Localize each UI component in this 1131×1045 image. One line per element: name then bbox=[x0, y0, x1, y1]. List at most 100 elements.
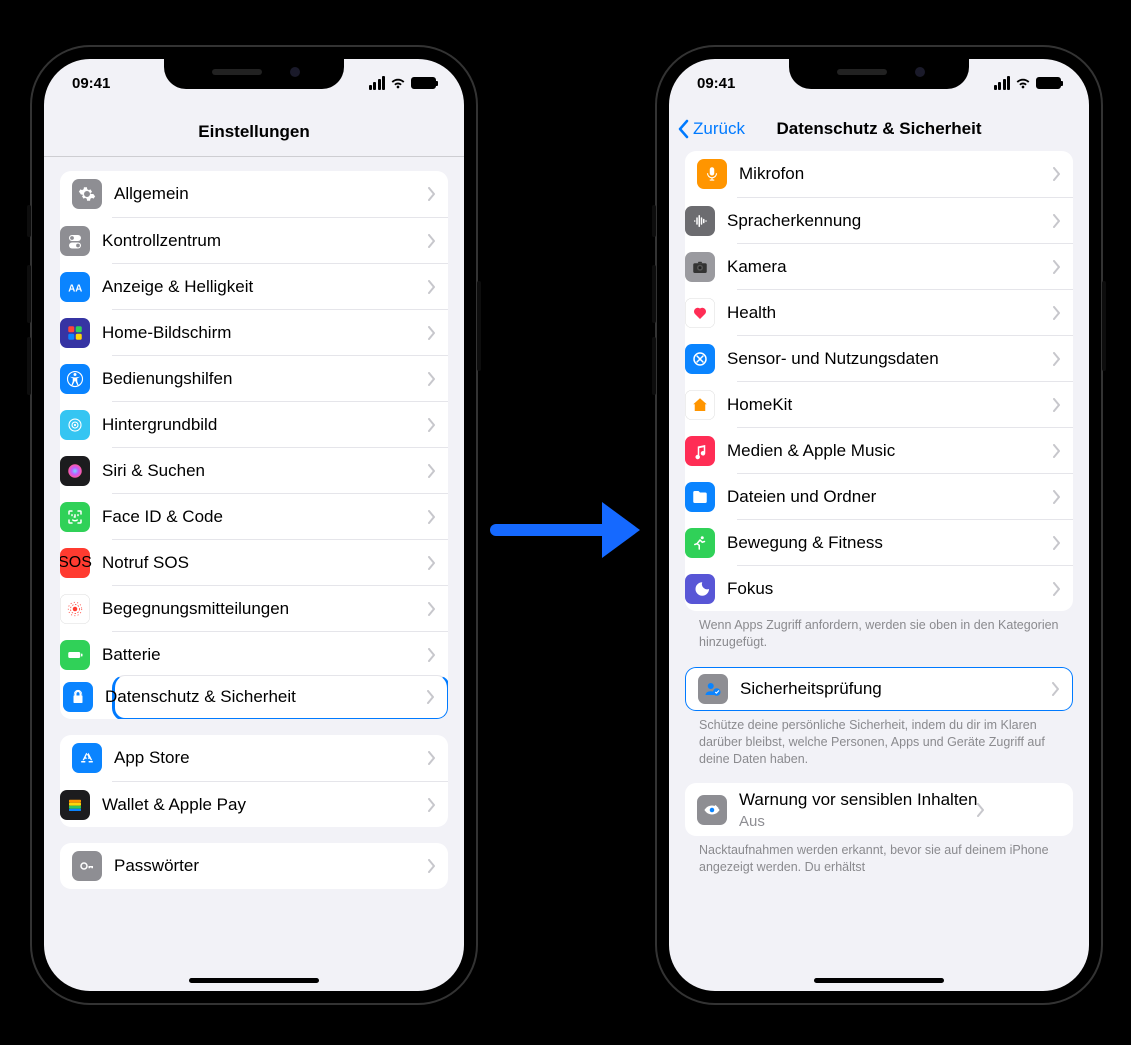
volume-up-button bbox=[652, 265, 656, 323]
volume-up-button bbox=[27, 265, 31, 323]
privacy-list[interactable]: Mikrofon SpracherkennungKameraHealthSenso… bbox=[669, 151, 1089, 991]
home-screen-icon bbox=[60, 318, 90, 348]
page-title: Datenschutz & Sicherheit bbox=[777, 119, 982, 139]
row-health[interactable]: Health bbox=[737, 289, 1073, 335]
chevron-right-icon bbox=[1053, 306, 1061, 320]
chevron-right-icon bbox=[428, 798, 436, 812]
phone-left: 09:41 Einstellungen AllgemeinKontrollzen… bbox=[30, 45, 478, 1005]
row-privacy[interactable]: Datenschutz & Sicherheit bbox=[112, 675, 448, 719]
row-label: App Store bbox=[114, 747, 428, 768]
row-camera[interactable]: Kamera bbox=[737, 243, 1073, 289]
chevron-right-icon bbox=[428, 859, 436, 873]
cellular-icon bbox=[369, 76, 386, 90]
chevron-right-icon bbox=[428, 751, 436, 765]
chevron-right-icon bbox=[428, 602, 436, 616]
arrow-shaft bbox=[490, 524, 602, 536]
row-label: Bewegung & Fitness bbox=[727, 532, 1053, 553]
row-sos[interactable]: SOSNotruf SOS bbox=[112, 539, 448, 585]
row-microphone[interactable]: Mikrofon bbox=[685, 151, 1073, 197]
row-speech[interactable]: Spracherkennung bbox=[737, 197, 1073, 243]
navigation-arrow bbox=[490, 500, 640, 560]
row-label: Siri & Suchen bbox=[102, 460, 428, 481]
row-label: Allgemein bbox=[114, 183, 428, 204]
battery-icon bbox=[60, 640, 90, 670]
row-appstore[interactable]: App Store bbox=[60, 735, 448, 781]
row-accessibility[interactable]: Bedienungshilfen bbox=[112, 355, 448, 401]
row-focus[interactable]: Fokus bbox=[737, 565, 1073, 611]
notch bbox=[789, 59, 969, 89]
privacy-group-1: Mikrofon SpracherkennungKameraHealthSenso… bbox=[685, 151, 1073, 611]
row-label: Bedienungshilfen bbox=[102, 368, 428, 389]
power-button bbox=[1102, 281, 1106, 371]
health-icon bbox=[685, 298, 715, 328]
row-faceid[interactable]: Face ID & Code bbox=[112, 493, 448, 539]
row-wallet[interactable]: Wallet & Apple Pay bbox=[112, 781, 448, 827]
chevron-right-icon bbox=[1053, 536, 1061, 550]
row-motion[interactable]: Bewegung & Fitness bbox=[737, 519, 1073, 565]
settings-group-1: AllgemeinKontrollzentrumAAAnzeige & Hell… bbox=[60, 171, 448, 719]
row-files[interactable]: Dateien und Ordner bbox=[737, 473, 1073, 519]
row-label: Wallet & Apple Pay bbox=[102, 794, 428, 815]
row-label: Warnung vor sensiblen Inhalten bbox=[739, 789, 977, 810]
row-passwords[interactable]: Passwörter bbox=[60, 843, 448, 889]
row-label: Begegnungsmitteilungen bbox=[102, 598, 428, 619]
chevron-right-icon bbox=[428, 187, 436, 201]
row-home-screen[interactable]: Home-Bildschirm bbox=[112, 309, 448, 355]
svg-text:AA: AA bbox=[68, 283, 82, 294]
row-media[interactable]: Medien & Apple Music bbox=[737, 427, 1073, 473]
chevron-right-icon bbox=[428, 234, 436, 248]
row-label: Mikrofon bbox=[739, 163, 1053, 184]
row-homekit[interactable]: HomeKit bbox=[737, 381, 1073, 427]
chevron-right-icon bbox=[428, 280, 436, 294]
settings-group-2: App Store Wallet & Apple Pay bbox=[60, 735, 448, 827]
row-siri[interactable]: Siri & Suchen bbox=[112, 447, 448, 493]
chevron-right-icon bbox=[1053, 490, 1061, 504]
row-exposure[interactable]: Begegnungsmitteilungen bbox=[112, 585, 448, 631]
chevron-right-icon bbox=[428, 372, 436, 386]
home-indicator[interactable] bbox=[189, 978, 319, 983]
chevron-right-icon bbox=[428, 648, 436, 662]
row-general[interactable]: Allgemein bbox=[60, 171, 448, 217]
camera-icon bbox=[685, 252, 715, 282]
exposure-icon bbox=[60, 594, 90, 624]
back-button[interactable]: Zurück bbox=[677, 119, 745, 139]
mute-switch bbox=[27, 205, 31, 237]
homekit-icon bbox=[685, 390, 715, 420]
chevron-right-icon bbox=[1053, 444, 1061, 458]
row-detail-label: Aus bbox=[739, 813, 977, 830]
row-wallpaper[interactable]: Hintergrundbild bbox=[112, 401, 448, 447]
home-indicator[interactable] bbox=[814, 978, 944, 983]
chevron-right-icon bbox=[428, 418, 436, 432]
row-sensor[interactable]: Sensor- und Nutzungsdaten bbox=[737, 335, 1073, 381]
chevron-right-icon bbox=[427, 690, 435, 704]
accessibility-icon bbox=[60, 364, 90, 394]
row-control-center[interactable]: Kontrollzentrum bbox=[112, 217, 448, 263]
row-label: Fokus bbox=[727, 578, 1053, 599]
sensitive-content-group: Warnung vor sensiblen Inhalten Aus bbox=[685, 783, 1073, 835]
chevron-right-icon bbox=[977, 803, 985, 817]
mute-switch bbox=[652, 205, 656, 237]
settings-list[interactable]: AllgemeinKontrollzentrumAAAnzeige & Hell… bbox=[44, 157, 464, 991]
row-label: Sicherheitsprüfung bbox=[740, 678, 1052, 699]
row-battery[interactable]: Batterie bbox=[112, 631, 448, 677]
row-sensitive-content[interactable]: Warnung vor sensiblen Inhalten Aus bbox=[685, 783, 1073, 835]
status-icons bbox=[369, 75, 437, 91]
row-safety-check[interactable]: Sicherheitsprüfung bbox=[685, 667, 1073, 711]
safety-check-icon bbox=[698, 674, 728, 704]
display-icon: AA bbox=[60, 272, 90, 302]
row-label: Datenschutz & Sicherheit bbox=[105, 686, 427, 707]
chevron-right-icon bbox=[428, 510, 436, 524]
status-time: 09:41 bbox=[72, 75, 110, 92]
files-icon bbox=[685, 482, 715, 512]
row-display[interactable]: AAAnzeige & Helligkeit bbox=[112, 263, 448, 309]
privacy-icon bbox=[63, 682, 93, 712]
motion-icon bbox=[685, 528, 715, 558]
row-label: Face ID & Code bbox=[102, 506, 428, 527]
row-label: Dateien und Ordner bbox=[727, 486, 1053, 507]
settings-group-3: Passwörter bbox=[60, 843, 448, 889]
row-label: Kontrollzentrum bbox=[102, 230, 428, 251]
chevron-right-icon bbox=[428, 556, 436, 570]
arrow-head-icon bbox=[602, 502, 640, 558]
back-label: Zurück bbox=[693, 119, 745, 139]
nav-bar-right: Zurück Datenschutz & Sicherheit bbox=[669, 107, 1089, 151]
